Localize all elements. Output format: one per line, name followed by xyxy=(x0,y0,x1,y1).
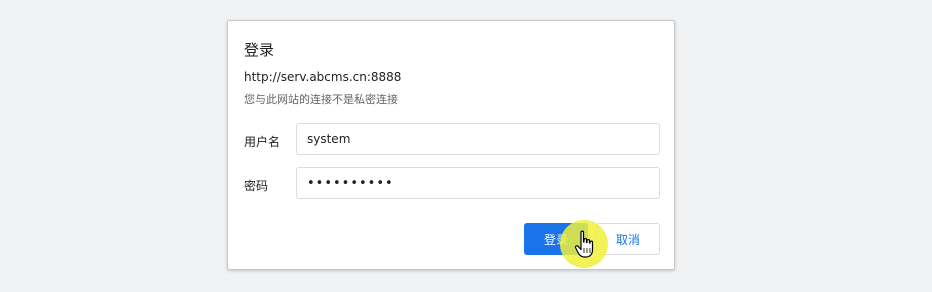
password-input[interactable]: •••••••••• xyxy=(296,167,660,199)
password-value: •••••••••• xyxy=(307,175,394,191)
username-label: 用户名 xyxy=(244,135,281,149)
dialog-title: 登录 xyxy=(244,41,275,59)
hand-pointer-icon xyxy=(574,230,594,258)
site-url: http://serv.abcms.cn:8888 xyxy=(244,70,402,84)
username-value: system xyxy=(307,132,351,146)
username-input[interactable]: system xyxy=(296,123,660,155)
password-label: 密码 xyxy=(244,179,269,193)
connection-warning: 您与此网站的连接不是私密连接 xyxy=(244,93,398,106)
login-dialog: 登录 http://serv.abcms.cn:8888 您与此网站的连接不是私… xyxy=(227,20,675,270)
